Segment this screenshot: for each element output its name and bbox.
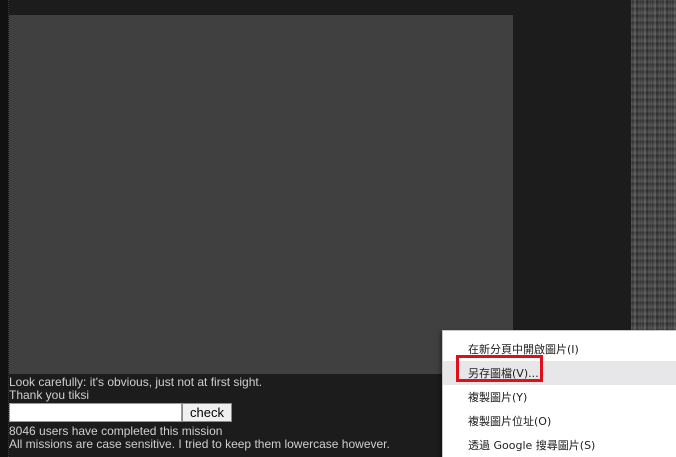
menu-item-copy-image[interactable]: 複製圖片(Y)	[443, 385, 676, 409]
completed-count: 8046 users have completed this mission	[9, 424, 223, 438]
context-menu: 在新分頁中開啟圖片(I) 另存圖檔(V)... 複製圖片(Y) 複製圖片位址(O…	[442, 330, 676, 457]
mission-image[interactable]	[9, 15, 513, 374]
left-border	[0, 0, 9, 457]
menu-item-copy-image-address[interactable]: 複製圖片位址(O)	[443, 409, 676, 433]
answer-input[interactable]	[9, 403, 182, 422]
hint-text: Look carefully: it's obvious, just not a…	[9, 375, 263, 389]
case-sensitivity-note: All missions are case sensitive. I tried…	[9, 437, 390, 451]
credit-text: Thank you tiksi	[9, 388, 90, 402]
menu-item-search-image-google[interactable]: 透過 Google 搜尋圖片(S)	[443, 433, 676, 457]
annotation-highlight-box	[456, 355, 543, 382]
check-button[interactable]: check	[182, 403, 232, 422]
